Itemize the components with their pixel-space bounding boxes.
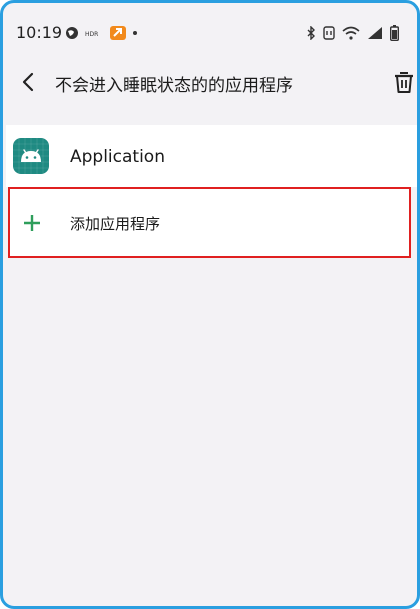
page-title: 不会进入睡眠状态的的应用程序 — [55, 76, 293, 96]
svg-text:HDR: HDR — [85, 31, 98, 38]
phone-screen: 10:19 HDR 不会进入睡眠状态的的应用程序 Application 添加应… — [0, 0, 420, 609]
notification-dot — [133, 31, 137, 35]
wifi-icon — [342, 26, 360, 40]
trash-icon[interactable] — [394, 70, 414, 94]
status-left-icons: HDR — [65, 23, 137, 43]
bluetooth-icon — [306, 26, 316, 40]
back-icon[interactable] — [19, 71, 39, 93]
add-app-label: 添加应用程序 — [70, 215, 161, 233]
plus-icon — [22, 213, 42, 233]
hdr-icon: HDR — [85, 28, 103, 38]
status-bar: 10:19 HDR — [3, 3, 417, 59]
status-right-icons — [306, 23, 399, 43]
status-time: 10:19 — [16, 23, 63, 42]
app-bar: 不会进入睡眠状态的的应用程序 — [3, 59, 417, 109]
app-list: Application — [6, 125, 417, 187]
add-app-button[interactable]: 添加应用程序 — [8, 187, 411, 258]
app-name: Application — [70, 147, 165, 167]
nfc-icon — [323, 26, 335, 40]
list-item[interactable]: Application — [6, 125, 417, 187]
android-app-icon — [13, 138, 49, 174]
signal-icon — [367, 26, 383, 40]
app-notification-icon — [109, 25, 127, 41]
globe-icon — [65, 26, 79, 40]
battery-icon — [390, 25, 399, 41]
